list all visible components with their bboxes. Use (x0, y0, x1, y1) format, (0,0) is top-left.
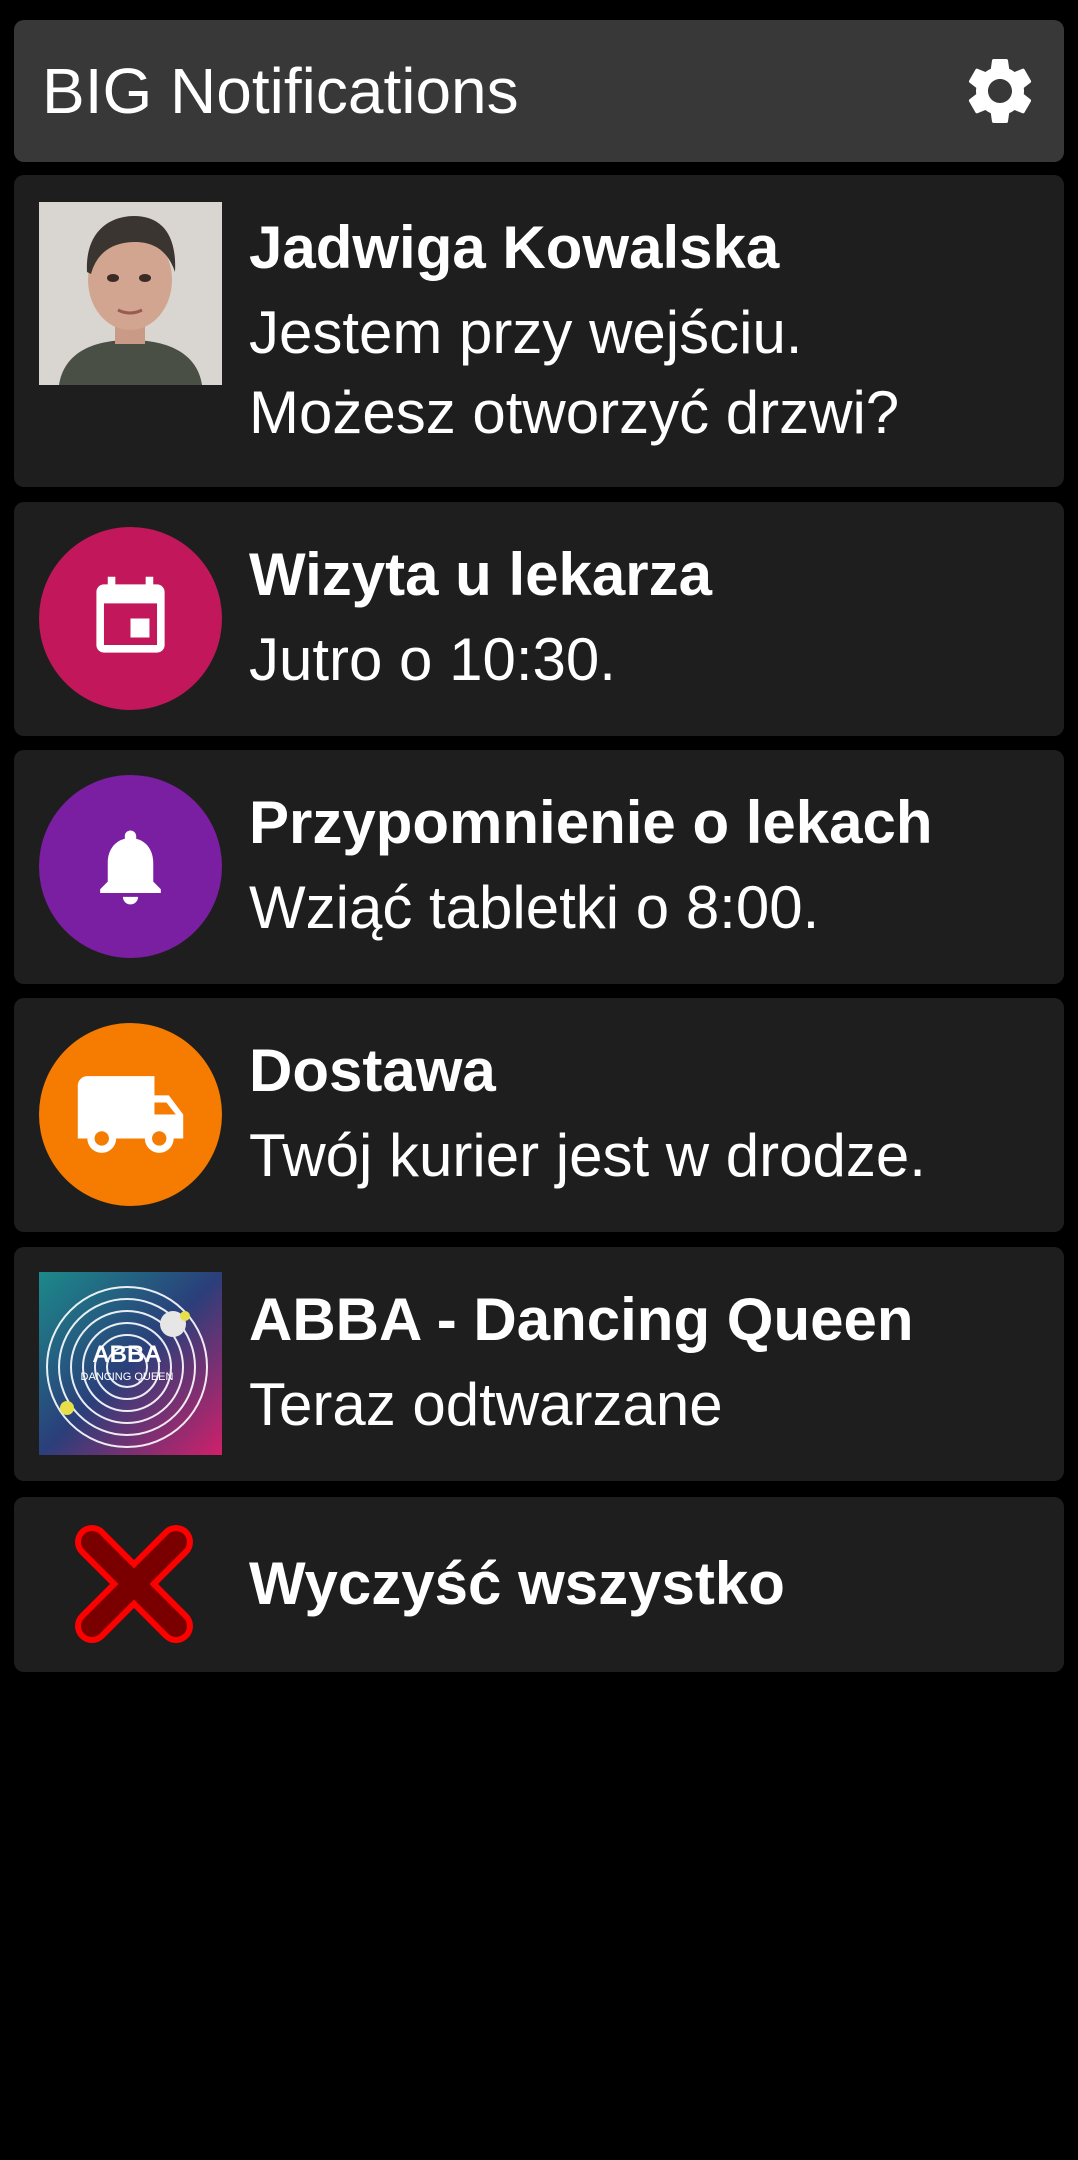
notification-card-delivery[interactable]: Dostawa Twój kurier jest w drodze. (14, 998, 1064, 1232)
app-header: BIG Notifications (14, 20, 1064, 162)
bell-icon-badge (39, 775, 222, 958)
notification-body: Wziąć tabletki o 8:00. (249, 874, 820, 941)
notification-body: Teraz odtwarzane (249, 1371, 723, 1438)
calendar-icon (96, 576, 165, 653)
album-art-title: ABBA (92, 1341, 161, 1368)
truck-icon (77, 1076, 184, 1153)
notification-body: Twój kurier jest w drodze. (249, 1122, 926, 1189)
notification-title: Wizyta u lekarza (249, 541, 712, 608)
truck-icon-badge (39, 1023, 222, 1206)
notification-title: ABBA - Dancing Queen (249, 1286, 914, 1353)
app-title: BIG Notifications (42, 55, 519, 127)
notification-body-line2: Możesz otworzyć drzwi? (249, 379, 900, 446)
notification-card-reminder[interactable]: Przypomnienie o lekach Wziąć tabletki o … (14, 750, 1064, 984)
album-art: ABBA DANCING QUEEN (39, 1272, 222, 1455)
notification-title: Jadwiga Kowalska (249, 214, 780, 281)
clear-all-button[interactable]: Wyczyść wszystko (14, 1497, 1064, 1672)
close-x-icon (75, 1525, 193, 1643)
notification-card-contact[interactable]: Jadwiga Kowalska Jestem przy wejściu. Mo… (14, 175, 1064, 487)
album-art-subtitle: DANCING QUEEN (81, 1371, 174, 1383)
notification-title: Przypomnienie o lekach (249, 789, 933, 856)
contact-photo (39, 202, 222, 385)
notification-body: Jutro o 10:30. (249, 626, 616, 693)
notification-body-line1: Jestem przy wejściu. (249, 299, 803, 366)
bell-icon (100, 830, 161, 905)
notification-card-calendar[interactable]: Wizyta u lekarza Jutro o 10:30. (14, 502, 1064, 736)
notification-title: Dostawa (249, 1037, 496, 1104)
notification-card-music[interactable]: ABBA DANCING QUEEN ABBA - Dancing Queen … (14, 1247, 1064, 1481)
calendar-icon-badge (39, 527, 222, 710)
clear-all-label: Wyczyść wszystko (249, 1550, 785, 1617)
settings-gear-icon[interactable] (960, 51, 1040, 131)
